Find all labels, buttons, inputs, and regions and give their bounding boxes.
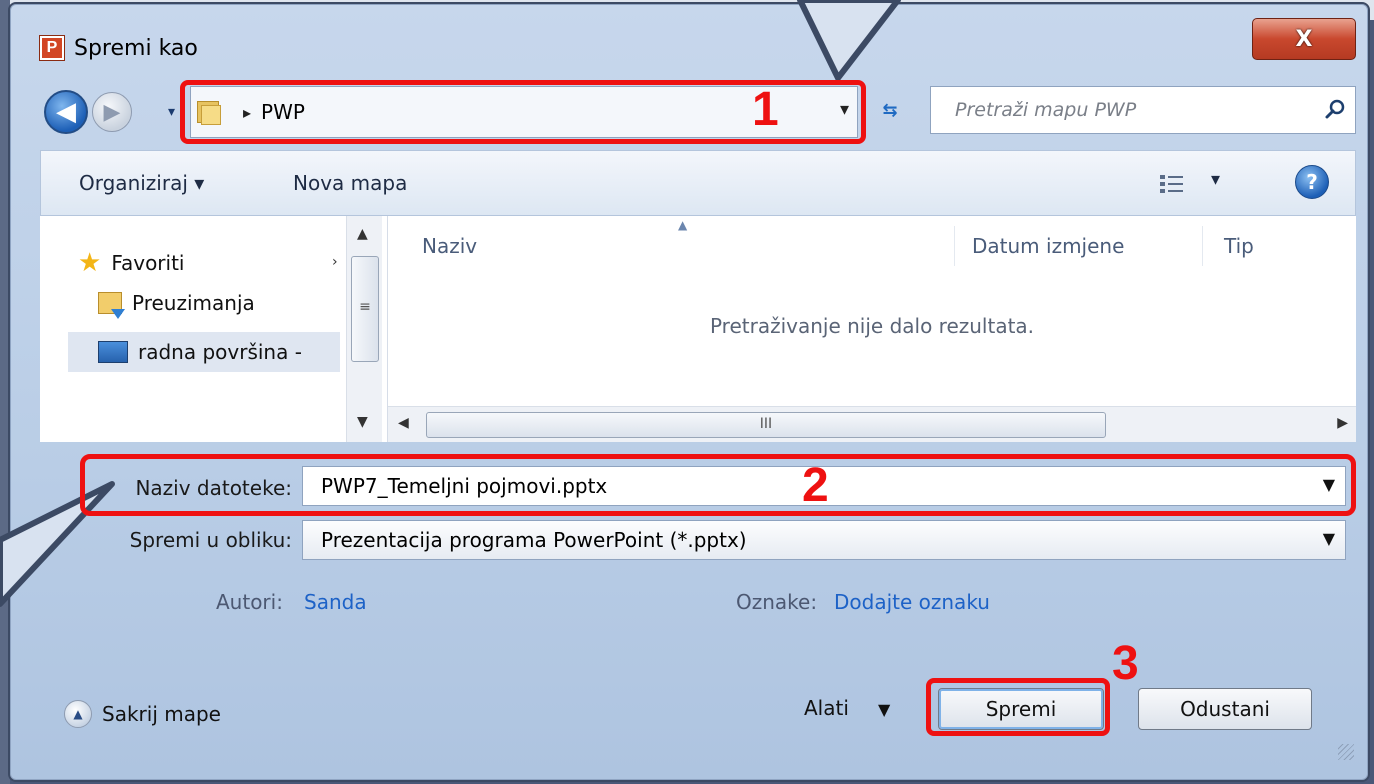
sidebar-item-favorites[interactable]: ★ Favoriti bbox=[78, 246, 185, 280]
refresh-icon[interactable]: ⇆ bbox=[870, 100, 910, 126]
sidebar-item-label: Preuzimanja bbox=[132, 291, 255, 315]
navigation-scrollbar[interactable]: ▲ ≡ ▼ bbox=[346, 216, 382, 442]
column-header-name[interactable]: Naziv bbox=[422, 234, 477, 258]
step-number-2: 2 bbox=[802, 459, 829, 512]
sort-ascending-icon: ▲ bbox=[678, 218, 688, 232]
scroll-up-icon[interactable]: ▲ bbox=[357, 226, 368, 242]
resize-grip-icon[interactable] bbox=[1338, 744, 1354, 760]
highlight-save-button bbox=[926, 678, 1110, 736]
view-dropdown-icon[interactable]: ▾ bbox=[1211, 169, 1220, 190]
save-type-label: Spremi u obliku: bbox=[129, 528, 292, 552]
expand-chevron-icon[interactable]: › bbox=[332, 254, 338, 270]
column-header-date[interactable]: Datum izmjene bbox=[972, 234, 1124, 258]
title-bar: P Spremi kao bbox=[40, 30, 198, 66]
scroll-left-icon[interactable]: ◀ bbox=[398, 415, 409, 431]
scrollbar-thumb[interactable]: III bbox=[426, 412, 1106, 438]
add-tag-link[interactable]: Dodajte oznaku bbox=[834, 590, 990, 614]
help-icon[interactable]: ? bbox=[1295, 165, 1329, 199]
sidebar-item-label: Favoriti bbox=[111, 251, 185, 275]
save-type-select[interactable]: Prezentacija programa PowerPoint (*.pptx… bbox=[302, 520, 1346, 560]
authors-value-link[interactable]: Sanda bbox=[304, 590, 367, 614]
authors-label: Autori: bbox=[216, 590, 283, 614]
command-toolbar: Organiziraj ▾ Nova mapa ▾ ? bbox=[40, 150, 1356, 216]
powerpoint-app-icon: P bbox=[40, 36, 64, 60]
desktop-icon bbox=[98, 341, 128, 363]
search-placeholder: Pretraži mapu PWP bbox=[955, 99, 1137, 121]
close-button[interactable]: X bbox=[1252, 18, 1356, 60]
column-header-type[interactable]: Tip bbox=[1224, 234, 1254, 258]
organize-menu-button[interactable]: Organiziraj ▾ bbox=[79, 171, 204, 195]
highlight-filename bbox=[80, 454, 1356, 516]
empty-results-message: Pretraživanje nije dalo rezultata. bbox=[709, 314, 1035, 338]
back-button[interactable]: ◀ bbox=[44, 90, 88, 134]
star-icon: ★ bbox=[78, 248, 102, 278]
cancel-button[interactable]: Odustani bbox=[1138, 688, 1312, 730]
step-number-3: 3 bbox=[1112, 637, 1139, 690]
tags-label: Oznake: bbox=[736, 590, 818, 614]
scrollbar-thumb[interactable]: ≡ bbox=[351, 256, 379, 362]
scroll-down-icon[interactable]: ▼ bbox=[357, 414, 368, 430]
search-icon[interactable] bbox=[1323, 97, 1347, 121]
horizontal-scrollbar[interactable]: ◀ III ▶ bbox=[388, 406, 1356, 442]
column-divider[interactable] bbox=[1202, 226, 1203, 266]
column-divider[interactable] bbox=[954, 226, 955, 266]
navigation-pane: ★ Favoriti › Preuzimanja radna površina … bbox=[40, 216, 388, 442]
sidebar-item-downloads[interactable]: Preuzimanja bbox=[98, 286, 255, 320]
sidebar-item-desktop[interactable]: radna površina - bbox=[68, 332, 340, 372]
forward-button[interactable]: ▶ bbox=[92, 92, 132, 132]
sidebar-item-label: radna površina - bbox=[138, 340, 302, 364]
downloads-folder-icon bbox=[98, 292, 125, 319]
search-input[interactable]: Pretraži mapu PWP bbox=[930, 86, 1356, 134]
view-options-icon[interactable] bbox=[1159, 173, 1185, 195]
hide-folders-label: Sakrij mape bbox=[102, 702, 221, 726]
collapse-up-icon: ▲ bbox=[64, 700, 92, 728]
hide-folders-button[interactable]: ▲ Sakrij mape bbox=[64, 700, 221, 728]
new-folder-button[interactable]: Nova mapa bbox=[293, 171, 407, 195]
tools-dropdown-icon[interactable]: ▼ bbox=[878, 700, 890, 719]
tools-menu-button[interactable]: Alati bbox=[804, 696, 849, 720]
step-number-1: 1 bbox=[752, 83, 779, 136]
scroll-right-icon[interactable]: ▶ bbox=[1337, 415, 1348, 431]
file-list: ▲ Naziv Datum izmjene Tip Pretraživanje … bbox=[388, 216, 1356, 442]
dialog-title: Spremi kao bbox=[74, 35, 198, 61]
save-type-value: Prezentacija programa PowerPoint (*.pptx… bbox=[321, 528, 747, 552]
save-type-dropdown-icon[interactable]: ▼ bbox=[1323, 529, 1335, 548]
recent-locations-chevron-icon[interactable]: ▾ bbox=[168, 104, 175, 120]
